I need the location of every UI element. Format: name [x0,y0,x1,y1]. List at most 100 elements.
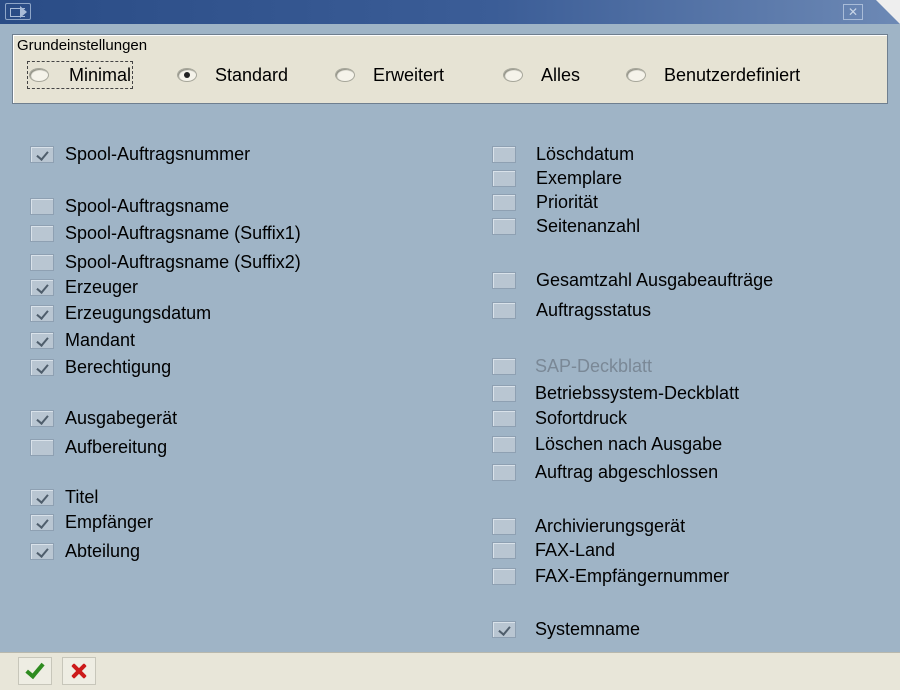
checkbox-erzeuger[interactable]: Erzeuger [30,276,138,298]
radio-circle-icon [29,68,49,82]
cancel-x-icon [70,662,88,680]
checkbox-icon [30,197,54,215]
checkbox-label: Erzeuger [65,276,139,297]
checkbox-mandant[interactable]: Mandant [30,329,135,351]
checkbox-auftrag-abgeschlossen[interactable]: Auftrag abgeschlossen [492,461,718,483]
checkbox-label: Gesamtzahl Ausgabeaufträge [536,269,774,290]
checkbox-titel[interactable]: Titel [30,486,98,508]
checkbox-spool-auftragsname[interactable]: Spool-Auftragsname [30,195,229,217]
checkbox-exemplare[interactable]: Exemplare [492,167,622,189]
checkbox-label: Löschen nach Ausgabe [535,433,723,454]
checkbox-checked-icon [30,145,54,163]
checkbox-label: Berechtigung [65,356,172,377]
radio-minimal[interactable]: Minimal [26,61,134,89]
checkbox-checked-icon [30,542,54,560]
groupbox-title: Grundeinstellungen [17,37,148,54]
checkbox-fax-land[interactable]: FAX-Land [492,539,615,561]
checkbox-checked-icon [492,620,516,638]
radio-circle-icon [626,68,646,82]
checkbox-icon [492,357,516,375]
checkbox-label: Exemplare [536,167,623,188]
checkbox-sap-deckblatt: SAP-Deckblatt [492,355,652,377]
bottom-toolbar [0,652,900,690]
checkbox-archivierungsgeraet[interactable]: Archivierungsgerät [492,515,685,537]
checkbox-ausgabegeraet[interactable]: Ausgabegerät [30,407,177,429]
checkbox-icon [492,435,516,453]
radio-label: Benutzerdefiniert [664,64,801,85]
radio-standard[interactable]: Standard [177,63,288,87]
checkbox-erzeugungsdatum[interactable]: Erzeugungsdatum [30,302,211,324]
checkbox-icon [492,463,516,481]
checkbox-gesamtzahl-ausgabeauftraege[interactable]: Gesamtzahl Ausgabeaufträge [492,269,773,291]
checkbox-icon [492,517,516,535]
checkbox-icon [492,169,516,187]
checkbox-abteilung[interactable]: Abteilung [30,540,140,562]
checkbox-icon [492,271,516,289]
radio-circle-icon [335,68,355,82]
radio-alles[interactable]: Alles [503,63,580,87]
radio-label: Erweitert [373,64,445,85]
checkbox-systemname[interactable]: Systemname [492,618,640,640]
checkbox-icon [30,224,54,242]
checkbox-label: SAP-Deckblatt [535,355,653,376]
title-bar: ✕ [0,0,900,24]
checkbox-auftragsstatus[interactable]: Auftragsstatus [492,299,651,321]
checkbox-icon [492,567,516,585]
checkbox-label: Spool-Auftragsname (Suffix1) [65,222,301,243]
checkbox-label: Erzeugungsdatum [65,302,212,323]
checkbox-label: Sofortdruck [535,407,628,428]
checkbox-betriebssystem-deckblatt[interactable]: Betriebssystem-Deckblatt [492,382,739,404]
checkbox-prioritaet[interactable]: Priorität [492,191,598,213]
checkbox-checked-icon [30,331,54,349]
checkbox-label: Ausgabegerät [65,407,178,428]
checkbox-checked-icon [30,304,54,322]
checkbox-seitenanzahl[interactable]: Seitenanzahl [492,215,640,237]
settings-groupbox: Grundeinstellungen Minimal Standard Erwe… [12,34,888,104]
checkbox-label: Seitenanzahl [536,215,641,236]
checkbox-checked-icon [30,358,54,376]
window-menu-icon[interactable] [5,3,31,20]
checkbox-spool-auftragsname-suffix1[interactable]: Spool-Auftragsname (Suffix1) [30,222,301,244]
checkbox-label: Auftrag abgeschlossen [535,461,719,482]
checkbox-aufbereitung[interactable]: Aufbereitung [30,436,167,458]
radio-label: Minimal [69,64,132,85]
checkbox-label: Spool-Auftragsname [65,195,230,216]
checkbox-label: Betriebssystem-Deckblatt [535,382,740,403]
checkbox-icon [492,145,516,163]
checkbox-label: Abteilung [65,540,141,561]
checkbox-checked-icon [30,409,54,427]
radio-label: Alles [541,64,581,85]
checkbox-icon [492,409,516,427]
checkbox-label: Titel [65,486,99,507]
cancel-button[interactable] [62,657,96,685]
checkbox-berechtigung[interactable]: Berechtigung [30,356,171,378]
confirm-button[interactable] [18,657,52,685]
checkbox-icon [492,541,516,559]
checkbox-checked-icon [30,278,54,296]
checkbox-sofortdruck[interactable]: Sofortdruck [492,407,627,429]
checkbox-icon [30,438,54,456]
checkbox-label: Systemname [535,618,641,639]
radio-label: Standard [215,64,289,85]
checkbox-icon [492,193,516,211]
checkbox-icon [30,253,54,271]
checkbox-label: Mandant [65,329,136,350]
checkbox-spool-auftragsnummer[interactable]: Spool-Auftragsnummer [30,143,250,165]
checkbox-loeschen-nach-ausgabe[interactable]: Löschen nach Ausgabe [492,433,722,455]
checkbox-fax-empfaengernummer[interactable]: FAX-Empfängernummer [492,565,729,587]
title-bar-corner [876,0,900,24]
radio-circle-selected-icon [177,68,197,82]
checkbox-label: Spool-Auftragsname (Suffix2) [65,251,301,272]
checkbox-empfaenger[interactable]: Empfänger [30,511,153,533]
radio-benutzerdefiniert[interactable]: Benutzerdefiniert [626,63,800,87]
radio-erweitert[interactable]: Erweitert [335,63,444,87]
checkbox-label: Löschdatum [536,143,635,164]
checkbox-checked-icon [30,488,54,506]
checkbox-loeschdatum[interactable]: Löschdatum [492,143,634,165]
checkbox-spool-auftragsname-suffix2[interactable]: Spool-Auftragsname (Suffix2) [30,251,301,273]
checkbox-label: Empfänger [65,511,154,532]
checkbox-checked-icon [30,513,54,531]
checkbox-label: Auftragsstatus [536,299,652,320]
checkbox-label: Priorität [536,191,599,212]
close-icon[interactable]: ✕ [843,4,863,20]
